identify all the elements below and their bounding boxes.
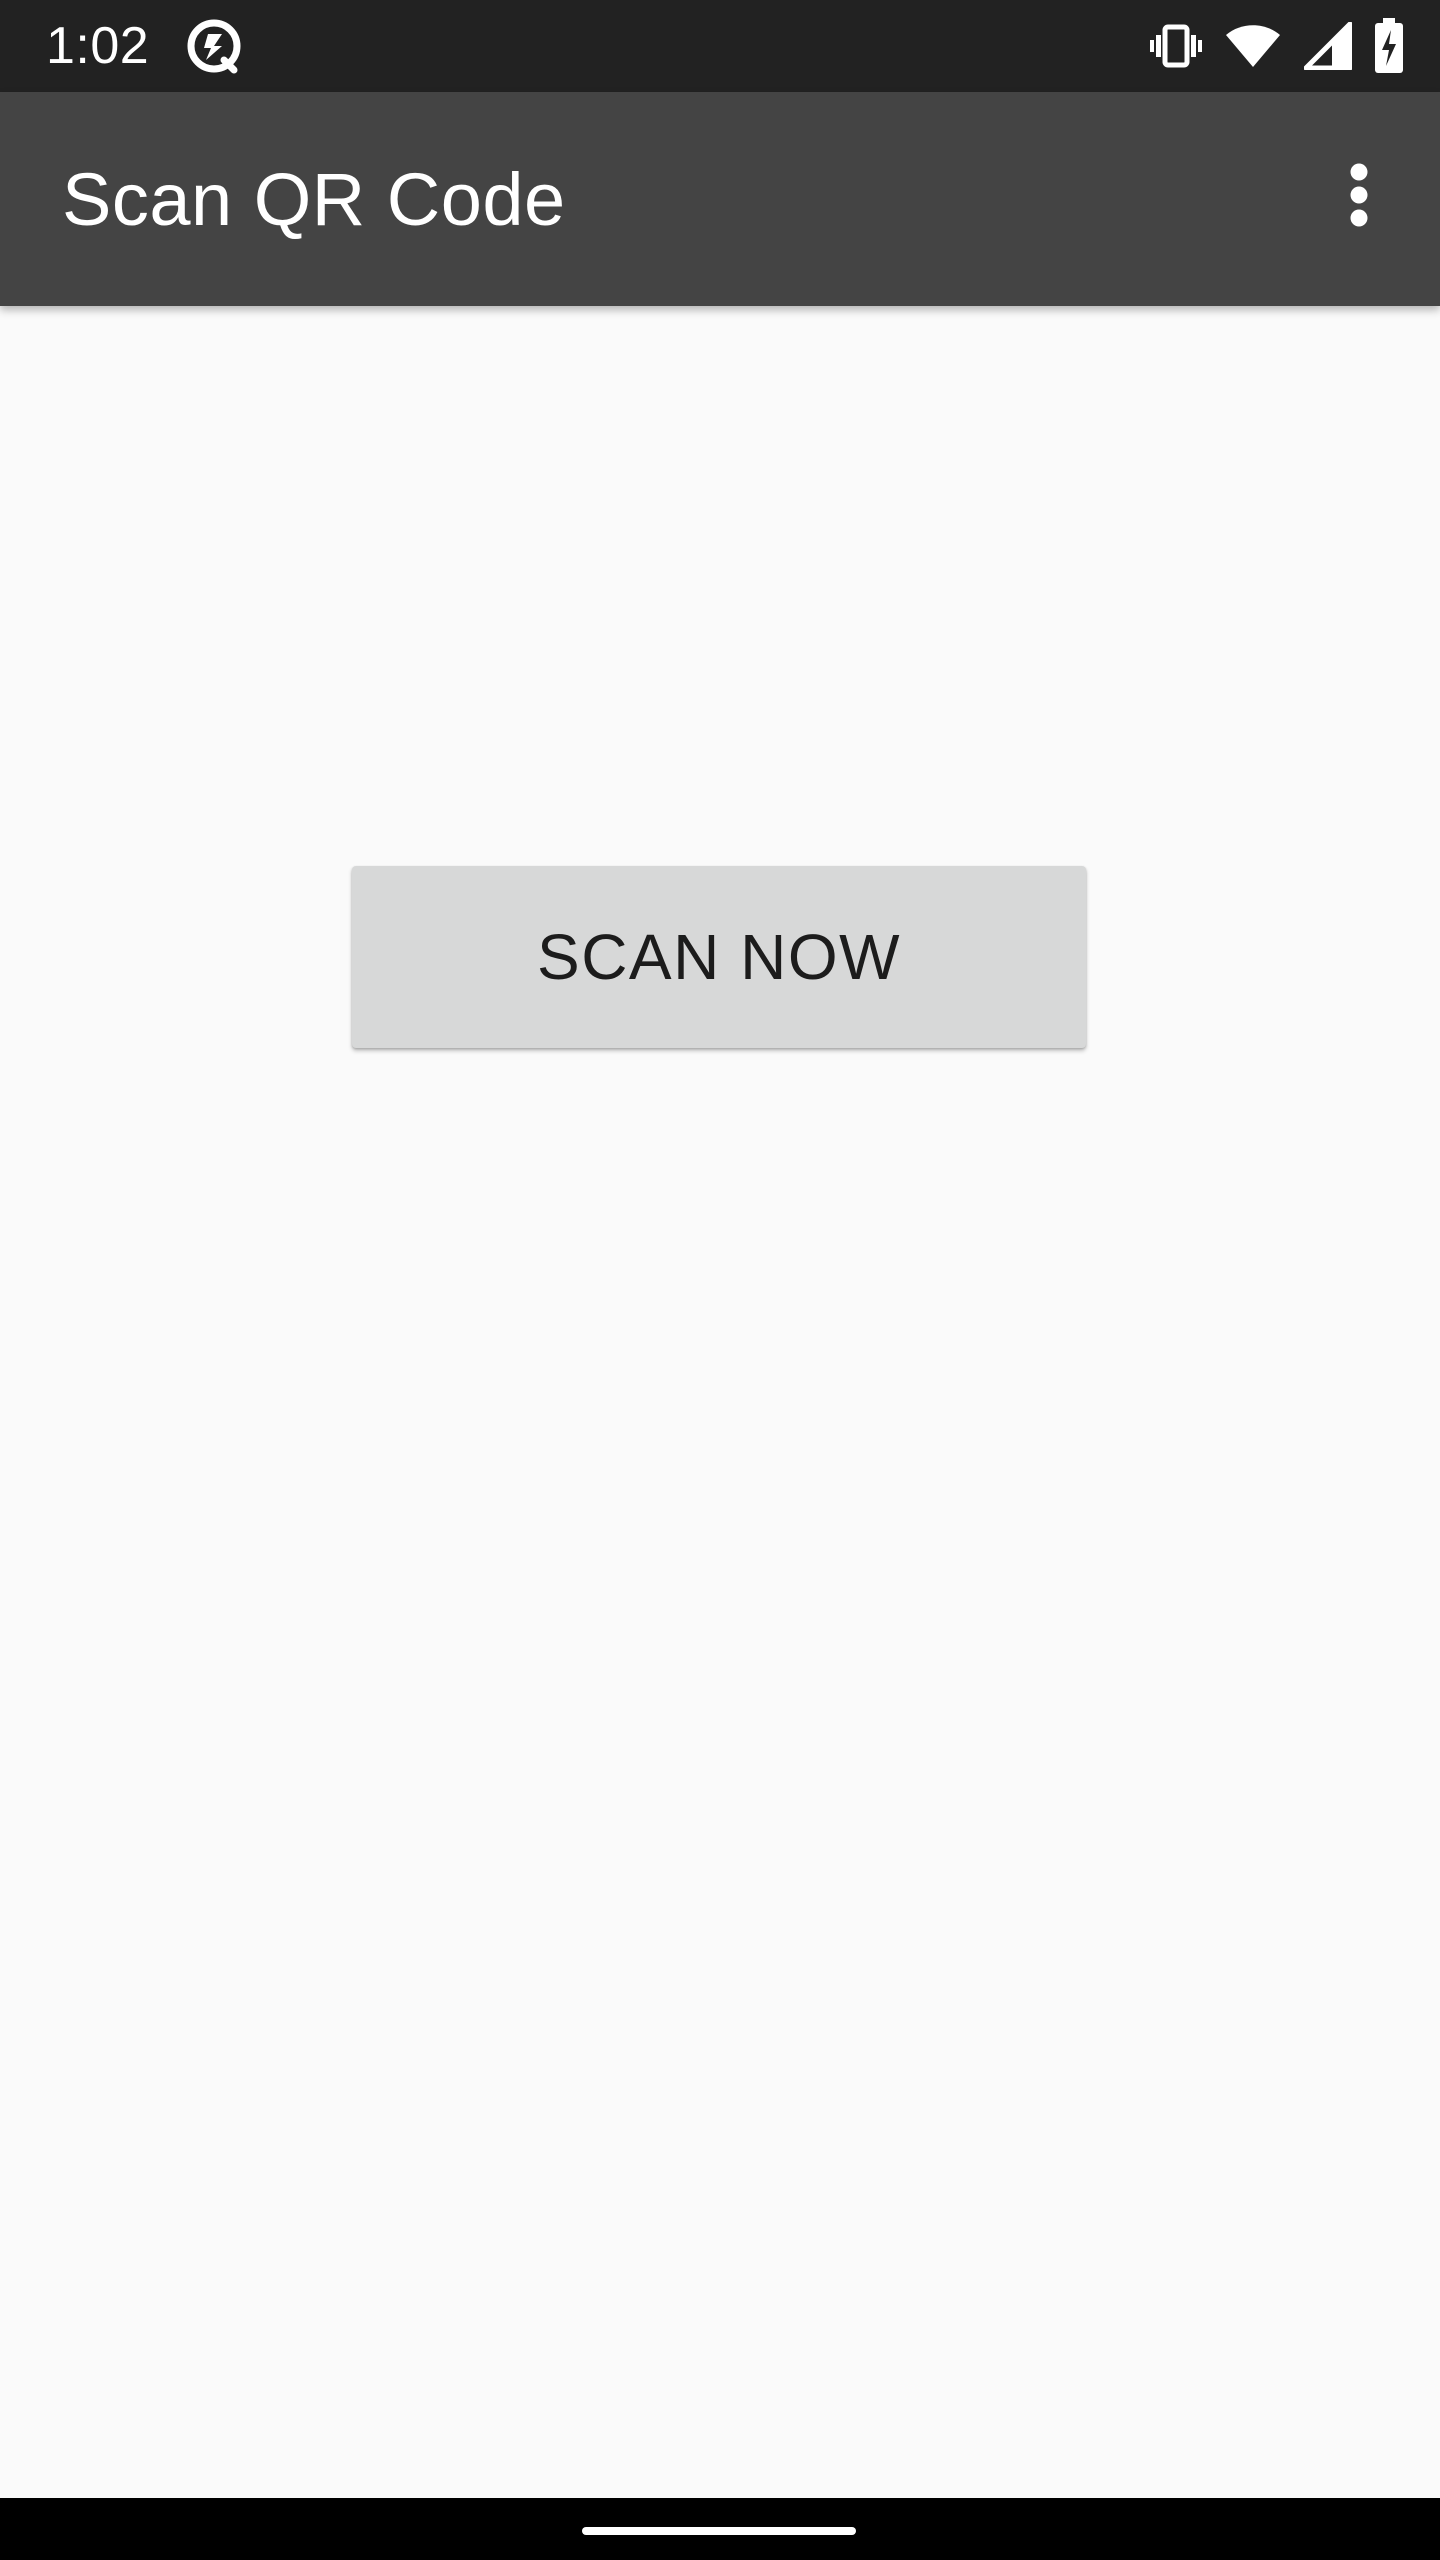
vibrate-icon <box>1150 23 1202 69</box>
data-saver-icon <box>184 16 244 76</box>
scan-now-button[interactable]: SCAN NOW <box>352 866 1086 1048</box>
battery-charging-icon <box>1374 18 1404 74</box>
app-bar: Scan QR Code <box>0 92 1440 306</box>
status-bar: 1:02 <box>0 0 1440 92</box>
wifi-icon <box>1224 23 1282 69</box>
more-options-button[interactable] <box>1304 142 1414 252</box>
more-vert-icon <box>1347 163 1371 232</box>
status-icons <box>1150 16 1404 76</box>
home-handle[interactable] <box>582 2527 856 2535</box>
navigation-bar <box>0 2498 1440 2560</box>
status-time: 1:02 <box>46 17 150 75</box>
main-content: SCAN NOW <box>0 306 1440 2498</box>
page-title: Scan QR Code <box>62 158 566 241</box>
cell-signal-icon <box>1304 22 1352 70</box>
